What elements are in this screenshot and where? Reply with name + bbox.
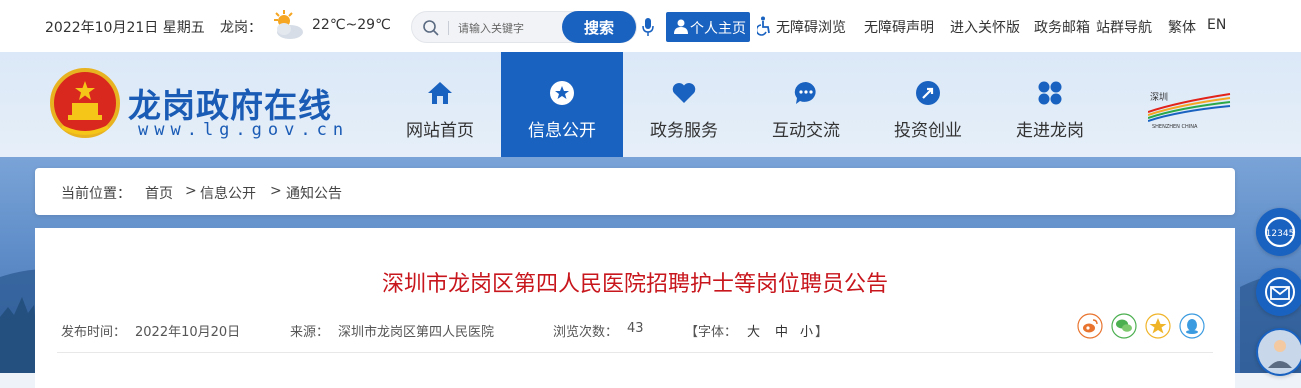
national-emblem-icon bbox=[50, 68, 120, 138]
top-utility-bar: 2022年10月21日 星期五 龙岗： 22℃~29℃ 搜索 个人主页 bbox=[0, 0, 1301, 52]
nav-home-label: 网站首页 bbox=[406, 121, 474, 141]
breadcrumb-separator: > bbox=[270, 183, 282, 199]
breadcrumb-info-public[interactable]: 信息公开 bbox=[200, 183, 256, 203]
elderly-care-button[interactable] bbox=[1256, 328, 1301, 376]
shenzhen-china-logo: 深圳 SHENZHEN CHINA bbox=[1148, 92, 1231, 130]
search-input[interactable] bbox=[456, 16, 570, 40]
search-box: 搜索 bbox=[411, 11, 637, 43]
weather-city: 龙岗： bbox=[220, 20, 262, 36]
source: 深圳市龙岗区第四人民医院 bbox=[338, 325, 495, 340]
partly-cloudy-icon bbox=[274, 10, 303, 39]
search-icon[interactable] bbox=[422, 19, 440, 37]
breadcrumb-prefix: 当前位置： bbox=[61, 186, 131, 202]
site-header: 龙岗政府在线 www.lg.gov.cn 网站首页 信息公开 政务服务 互动交流 bbox=[0, 52, 1301, 157]
accessibility-statement-link[interactable]: 无障碍声明 bbox=[864, 17, 934, 37]
source-label: 来源： bbox=[290, 325, 330, 340]
mail-float-button[interactable] bbox=[1256, 268, 1301, 316]
user-icon bbox=[674, 19, 688, 34]
hotline-12345-button[interactable]: 12345 bbox=[1256, 208, 1301, 256]
svg-text:SHENZHEN CHINA: SHENZHEN CHINA bbox=[1152, 124, 1198, 130]
publish-time: 2022年10月20日 bbox=[135, 325, 241, 340]
grid-icon bbox=[1038, 81, 1062, 105]
care-version-link[interactable]: 进入关怀版 bbox=[950, 17, 1020, 37]
nav-gov-service[interactable]: 政务服务 bbox=[623, 52, 745, 157]
elderly-care-icon bbox=[1258, 330, 1301, 374]
font-size-medium[interactable]: 中 bbox=[775, 321, 788, 340]
hotline-number: 12345 bbox=[1266, 229, 1295, 239]
home-icon bbox=[428, 82, 452, 104]
breadcrumb-notices[interactable]: 通知公告 bbox=[286, 183, 342, 203]
nav-gov-service-label: 政务服务 bbox=[650, 121, 718, 141]
accessible-browse-link[interactable]: 无障碍浏览 bbox=[776, 17, 846, 37]
font-size-small[interactable]: 小 bbox=[800, 321, 813, 340]
gov-mail-link[interactable]: 政务邮箱 bbox=[1034, 17, 1090, 37]
views-count: 43 bbox=[627, 321, 644, 336]
font-size-close: 】 bbox=[815, 325, 829, 340]
font-size-large[interactable]: 大 bbox=[747, 321, 760, 340]
nav-interaction-label: 互动交流 bbox=[772, 121, 840, 141]
search-separator bbox=[448, 21, 449, 35]
hotline-12345-icon: 12345 bbox=[1264, 216, 1296, 248]
personal-home-label: 个人主页 bbox=[690, 21, 746, 37]
meta-divider bbox=[57, 352, 1213, 353]
traditional-chinese-link[interactable]: 繁体 bbox=[1168, 17, 1196, 37]
nav-investment-label: 投资创业 bbox=[894, 121, 962, 141]
svg-text:深圳: 深圳 bbox=[1150, 92, 1168, 103]
microphone-icon[interactable] bbox=[642, 17, 654, 37]
nav-interaction[interactable]: 互动交流 bbox=[745, 52, 867, 157]
rocket-icon bbox=[916, 81, 940, 105]
site-url: www.lg.gov.cn bbox=[138, 120, 350, 140]
font-size-label: 【字体： bbox=[685, 325, 738, 340]
nav-info-public-label: 信息公开 bbox=[528, 121, 596, 141]
qq-icon[interactable] bbox=[1179, 313, 1205, 339]
article-title: 深圳市龙岗区第四人民医院招聘护士等岗位聘员公告 bbox=[381, 272, 888, 297]
breadcrumb-home[interactable]: 首页 bbox=[145, 183, 173, 203]
article-panel: 深圳市龙岗区第四人民医院招聘护士等岗位聘员公告 发布时间： 2022年10月20… bbox=[35, 228, 1235, 388]
mail-icon bbox=[1265, 277, 1295, 307]
weibo-icon[interactable] bbox=[1077, 313, 1103, 339]
qzone-icon[interactable] bbox=[1145, 313, 1171, 339]
accessibility-icon bbox=[757, 16, 770, 36]
wechat-icon[interactable] bbox=[1111, 313, 1137, 339]
views-label: 浏览次数： bbox=[553, 325, 619, 340]
heart-icon bbox=[672, 83, 696, 103]
temperature: 22℃~29℃ bbox=[312, 17, 391, 33]
nav-info-public[interactable]: 信息公开 bbox=[501, 52, 623, 157]
info-star-icon bbox=[550, 81, 574, 105]
breadcrumb: 当前位置： 首页 > 信息公开 > 通知公告 bbox=[35, 168, 1235, 215]
nav-about-longgang[interactable]: 走进龙岗 bbox=[989, 52, 1111, 157]
personal-home-button[interactable]: 个人主页 bbox=[666, 12, 750, 42]
chat-icon bbox=[794, 81, 816, 104]
nav-home[interactable]: 网站首页 bbox=[379, 52, 501, 157]
search-button[interactable]: 搜索 bbox=[562, 11, 636, 43]
breadcrumb-separator: > bbox=[185, 183, 197, 199]
nav-about-longgang-label: 走进龙岗 bbox=[1016, 121, 1084, 141]
site-group-nav-link[interactable]: 站群导航 bbox=[1096, 17, 1152, 37]
publish-time-label: 发布时间： bbox=[61, 325, 127, 340]
current-date: 2022年10月21日 星期五 bbox=[45, 20, 205, 36]
nav-investment[interactable]: 投资创业 bbox=[867, 52, 989, 157]
english-link[interactable]: EN bbox=[1207, 17, 1226, 33]
